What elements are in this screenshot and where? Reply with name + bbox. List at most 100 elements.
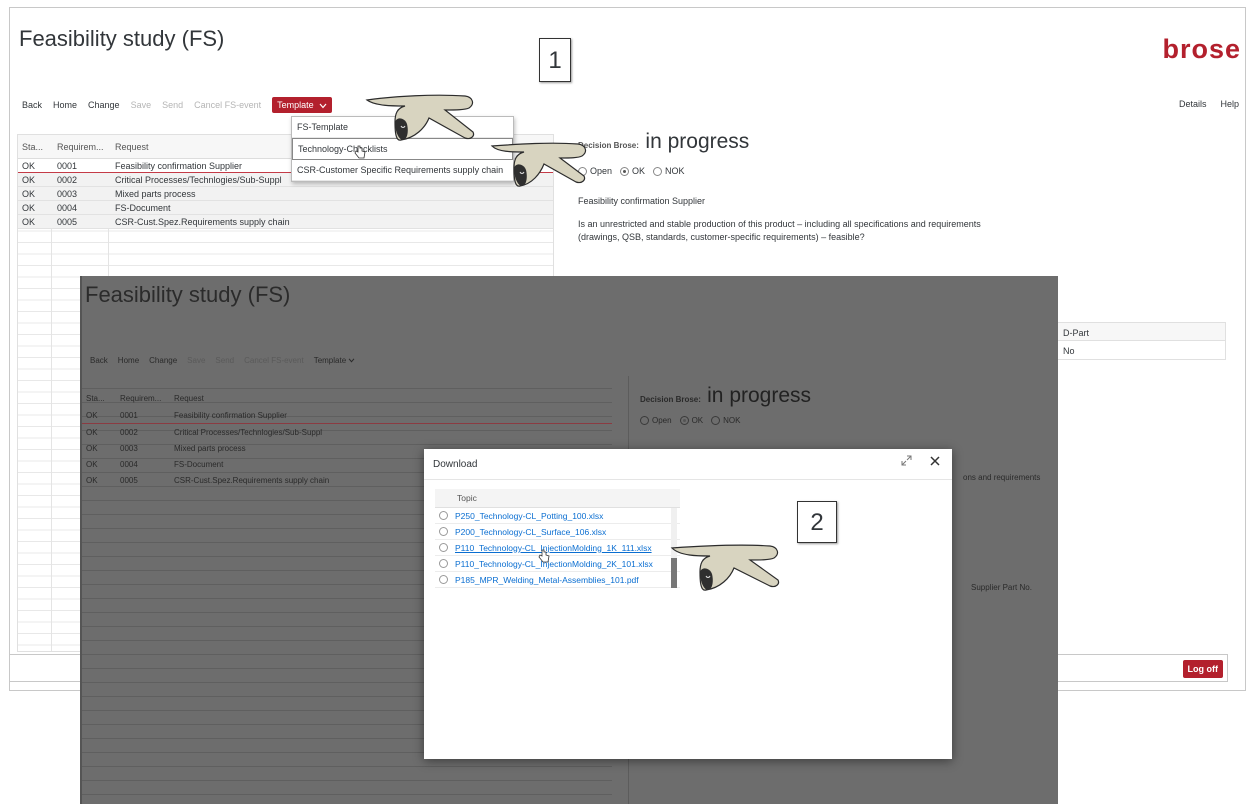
radio-icon [620,167,630,177]
file-row[interactable]: P110_Technology-CL_InjectionMolding_1K_1… [435,540,680,556]
table-row[interactable]: OK 0005 CSR-Cust.Spez.Requirements suppl… [18,215,553,229]
dialog-divider [424,479,952,480]
step-callout-1: 1 [539,38,571,82]
radio-icon[interactable] [439,559,448,568]
radio-ok[interactable]: OK [679,416,703,426]
download-file-table: Topic P250_Technology-CL_Potting_100.xls… [435,489,680,588]
overlay-home-button[interactable]: Home [118,356,139,365]
cell-request: FS-Document [115,202,171,213]
help-button[interactable]: Help [1220,99,1239,109]
radio-icon [653,167,663,177]
menu-item-csr-requirements[interactable]: CSR-Customer Specific Requirements suppl… [292,160,513,181]
home-button[interactable]: Home [53,100,77,110]
overlay-toolbar: Back Home Change Save Send Cancel FS-eve… [90,356,355,365]
column-header-status[interactable]: Sta... [82,394,116,403]
details-button[interactable]: Details [1179,99,1207,109]
cell-status: OK [22,160,36,171]
brose-logo: brose [1162,34,1241,64]
radio-nok[interactable]: NOK [653,166,685,177]
table-row[interactable]: OK 0001 Feasibility confirmation Supplie… [82,408,612,424]
change-button[interactable]: Change [88,100,120,110]
cell-requirement: 0005 [120,475,138,485]
radio-icon[interactable] [439,575,448,584]
cell-request: CSR-Cust.Spez.Requirements supply chain [174,475,330,485]
toolbar: Back Home Change Save Send Cancel FS-eve… [10,93,1245,117]
radio-icon[interactable] [439,543,448,552]
cell-status: OK [86,427,98,437]
radio-icon[interactable] [439,527,448,536]
cell-status: OK [22,216,36,227]
file-link[interactable]: P110_Technology-CL_InjectionMolding_2K_1… [455,559,653,569]
overlay-detail-panel: Decision Brose: in progress Open OK NOK [640,384,812,426]
overlay-back-button[interactable]: Back [90,356,108,365]
column-header-requirement[interactable]: Requirem... [116,394,174,403]
cell-requirement: 0004 [120,459,138,469]
radio-nok-label: NOK [723,416,741,425]
cell-status: OK [22,188,36,199]
radio-nok[interactable]: NOK [711,416,741,426]
logoff-button[interactable]: Log off [1182,660,1223,678]
file-row[interactable]: P110_Technology-CL_InjectionMolding_2K_1… [435,556,680,572]
page-title: Feasibility study (FS) [19,26,225,51]
cell-requirement: 0002 [120,427,138,437]
chevron-down-icon [349,358,355,363]
cell-request: Feasibility confirmation Supplier [174,411,287,420]
radio-open-label: Open [590,166,613,176]
table-row[interactable]: OK 0003 Mixed parts process [18,187,553,201]
file-link[interactable]: P200_Technology-CL_Surface_106.xlsx [455,527,606,537]
column-header-dpart: D-Part [1056,322,1226,341]
overlay-send-button[interactable]: Send [215,356,234,365]
file-link[interactable]: P250_Technology-CL_Potting_100.xlsx [455,511,603,521]
file-row[interactable]: P200_Technology-CL_Surface_106.xlsx [435,524,680,540]
overlay-cancel-fs-event-button[interactable]: Cancel FS-event [244,356,304,365]
cell-requirement: 0004 [57,202,78,213]
download-dialog: Download Topic P250_Technology-CL_Pottin… [424,449,952,759]
cell-request: FS-Document [174,459,224,469]
detail-text-fragment: ons and requirements [963,473,1041,482]
overlay-template-button[interactable]: Template [314,356,356,365]
pointing-hand-icon [490,142,587,187]
radio-open-label: Open [652,416,672,425]
cell-status: OK [86,411,98,420]
cell-status: OK [86,459,98,469]
cell-requirement: 0001 [120,411,138,420]
dpart-value: No [1056,341,1226,360]
overlay-save-button[interactable]: Save [187,356,205,365]
cell-status: OK [22,174,36,185]
template-label: Template [277,100,314,110]
expand-icon[interactable] [901,455,912,466]
radio-icon[interactable] [439,511,448,520]
file-row[interactable]: P185_MPR_Welding_Metal-Assemblies_101.pd… [435,572,680,588]
close-icon[interactable] [930,455,940,466]
decision-value: in progress [707,384,812,407]
column-header-status[interactable]: Sta... [18,142,52,152]
chevron-down-icon [319,103,327,109]
cancel-fs-event-button[interactable]: Cancel FS-event [194,100,261,110]
file-row[interactable]: P250_Technology-CL_Potting_100.xlsx [435,508,680,524]
radio-ok-label: OK [632,166,646,176]
hand-cursor-icon [354,145,366,159]
decision-value: in progress [645,130,750,153]
overlay-table-header: Sta... Requirem... Request [82,388,612,408]
radio-nok-label: NOK [665,166,685,176]
detail-panel: Decision Brose: in progress Open OK NOK … [578,130,981,242]
save-button[interactable]: Save [131,100,152,110]
overlay-page-title: Feasibility study (FS) [85,282,291,307]
cell-request: Mixed parts process [115,188,196,199]
file-link[interactable]: P110_Technology-CL_InjectionMolding_1K_1… [455,543,652,553]
radio-ok[interactable]: OK [620,166,646,177]
column-header-requirement[interactable]: Requirem... [52,142,110,152]
detail-text: Is an unrestricted and stable production… [578,219,981,242]
send-button[interactable]: Send [162,100,183,110]
detail-title: Feasibility confirmation Supplier [578,196,706,206]
table-row[interactable]: OK 0002 Critical Processes/Technlogies/S… [82,424,612,440]
template-dropdown-button[interactable]: Template [272,97,333,113]
cell-status: OK [86,443,98,453]
table-row[interactable]: OK 0004 FS-Document [18,201,553,215]
file-link[interactable]: P185_MPR_Welding_Metal-Assemblies_101.pd… [455,575,639,585]
back-button[interactable]: Back [22,100,42,110]
column-header-topic: Topic [435,489,680,508]
column-header-request[interactable]: Request [174,394,204,403]
overlay-change-button[interactable]: Change [149,356,177,365]
radio-open[interactable]: Open [640,416,672,426]
